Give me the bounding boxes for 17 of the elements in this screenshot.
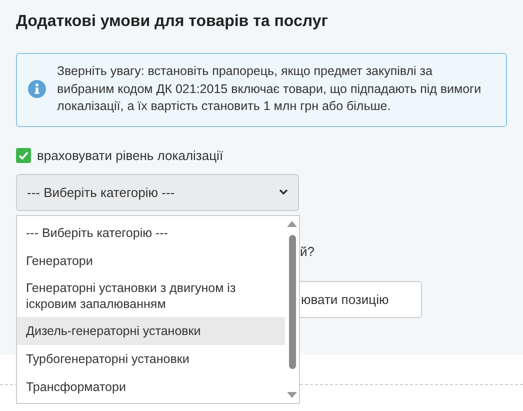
dropdown-option[interactable]: Генератори: [17, 247, 285, 275]
dropdown-option[interactable]: --- Виберіть категорію ---: [17, 219, 285, 247]
section-heading: Додаткові умови для товарів та послуг: [16, 12, 329, 32]
checkbox[interactable]: [16, 148, 31, 162]
dropdown-option[interactable]: Трансформатори: [17, 373, 285, 401]
question-text: й?: [300, 244, 314, 258]
chevron-down-icon: [279, 189, 288, 195]
scrollbar-thumb[interactable]: [288, 235, 296, 369]
dropdown-option[interactable]: Генераторні установки з двигуном із іскровим запалюванням: [17, 275, 285, 317]
dropdown-option[interactable]: Дизель-генераторні установки: [17, 317, 285, 345]
category-select[interactable]: --- Виберіть категорію ---: [16, 174, 299, 210]
dropdown-option[interactable]: Турбогенераторні установки: [17, 345, 285, 373]
info-icon: [28, 80, 46, 98]
scroll-up-icon[interactable]: [286, 220, 298, 228]
notice-text: Зверніть увагу: встановіть прапорець, якщо предмет закупівлі за вибраним кодом ДК 021:2015 включає товари, що підпадають під вимоги локалізації, а їх вартість становить 1 млн грн або більше.: [57, 63, 482, 115]
scroll-down-icon[interactable]: [286, 391, 298, 399]
checkbox-label: враховувати рівень локалізації: [37, 148, 224, 162]
